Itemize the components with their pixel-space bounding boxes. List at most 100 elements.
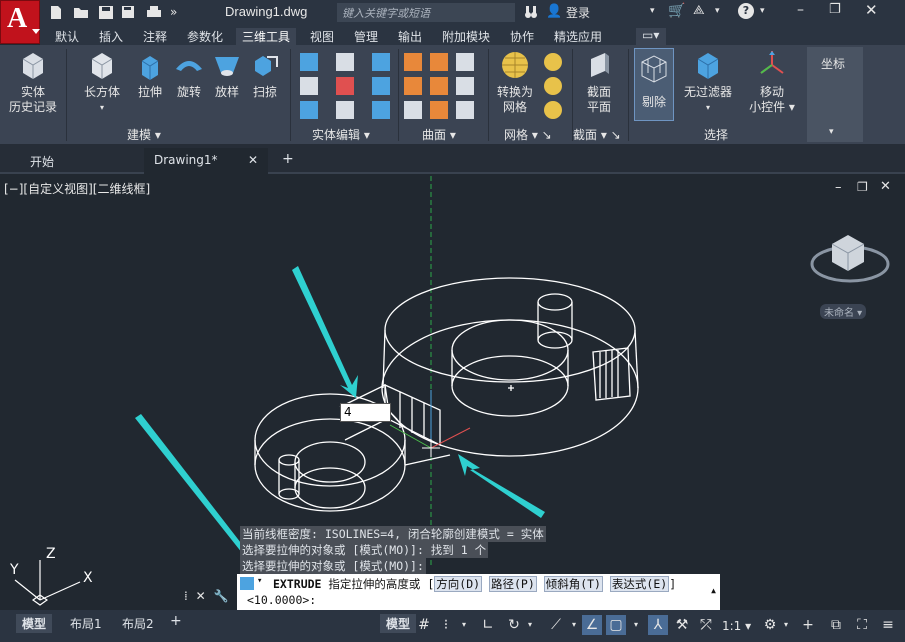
save-icon[interactable] [98, 5, 114, 20]
solid-edit-group-label[interactable]: 实体编辑 ▾ [312, 126, 370, 143]
tab-output[interactable]: 输出 [392, 28, 428, 45]
command-line-input[interactable]: ▾ EXTRUDE 指定拉伸的高度或 [方向(D) 路径(P) 倾斜角(T) 表… [237, 574, 720, 610]
new-tab-button[interactable]: + [272, 148, 304, 174]
imprint-icon[interactable] [372, 77, 390, 95]
tab-parametric[interactable]: 参数化 [181, 28, 229, 45]
tab-addins[interactable]: 附加模块 [436, 28, 496, 45]
extrude-button[interactable]: 拉伸 [130, 45, 170, 100]
chevron-down-icon[interactable]: ▾ [454, 615, 474, 635]
customize-wrench-icon[interactable]: 🔧 [214, 589, 229, 603]
chevron-down-icon[interactable]: ▾ [776, 615, 796, 635]
surface-untrim-icon[interactable] [456, 77, 474, 95]
surface-trim-icon[interactable] [456, 53, 474, 71]
isolate-objects-icon[interactable]: + [798, 615, 818, 635]
slice-icon[interactable] [372, 53, 390, 71]
chevron-down-icon[interactable]: ▾ [626, 615, 646, 635]
surface-sculpt-icon[interactable] [456, 101, 474, 119]
shell-icon[interactable] [336, 101, 354, 119]
hardware-acceleration-icon[interactable]: ⧉ [826, 615, 846, 635]
help-icon[interactable]: ? [738, 3, 754, 19]
quick-access-more-icon[interactable]: » [170, 5, 177, 19]
clean-screen-icon[interactable]: ⛶ [852, 615, 872, 635]
add-layout-button[interactable]: + [164, 612, 188, 630]
box-button[interactable]: 长方体 ▾ [78, 45, 126, 115]
binoculars-icon[interactable] [524, 4, 538, 20]
customization-menu-icon[interactable]: ≡ [878, 615, 898, 635]
dynamic-input-field[interactable]: 4 [340, 403, 391, 422]
viewcube[interactable] [810, 226, 890, 286]
no-filter-button[interactable]: 无过滤器 ▾ [680, 45, 736, 115]
chevron-down-icon[interactable]: ▾ [650, 6, 655, 16]
recent-commands-icon[interactable]: ▾ [257, 576, 262, 586]
extract-edges-icon[interactable] [336, 77, 354, 95]
chevron-down-icon[interactable]: ▾ [520, 615, 540, 635]
ucs-menu[interactable]: 未命名 ▾ [820, 304, 867, 319]
tab-view[interactable]: 视图 [304, 28, 340, 45]
union-icon[interactable] [300, 53, 318, 71]
close-command-icon[interactable]: ✕ [196, 589, 206, 603]
tab-annotate[interactable]: 注释 [137, 28, 173, 45]
intersect-icon[interactable] [300, 101, 318, 119]
loft-button[interactable]: 放样 [208, 45, 246, 100]
surface-fillet-icon[interactable] [430, 101, 448, 119]
close-button[interactable]: ✕ [865, 1, 878, 19]
tab-model[interactable]: 模型 [16, 614, 53, 633]
surface-group-label[interactable]: 曲面 ▾ [422, 126, 456, 143]
grip-icon[interactable]: ⁞ [184, 589, 188, 603]
object-snap-tracking-icon[interactable]: ∠ [582, 615, 602, 635]
grid-icon[interactable]: # [414, 615, 434, 635]
option-path[interactable]: 路径(P) [488, 576, 537, 592]
modeling-group-label[interactable]: 建模 ▾ [127, 126, 161, 143]
dynamic-ucs-icon[interactable]: ⅄ [648, 615, 668, 635]
surface-patch-icon[interactable] [404, 77, 422, 95]
ortho-icon[interactable]: ∟ [478, 615, 498, 635]
tab-3d-tools[interactable]: 三维工具 [236, 28, 297, 45]
open-file-icon[interactable] [73, 5, 89, 20]
tab-layout2[interactable]: 布局2 [116, 614, 160, 633]
tab-collaborate[interactable]: 协作 [504, 28, 540, 45]
close-tab-icon[interactable]: ✕ [248, 153, 258, 167]
restore-button[interactable]: ❐ [829, 2, 841, 17]
surface-extend-icon[interactable] [404, 101, 422, 119]
mesh-group-label[interactable]: 网格 ▾ ↘ [504, 126, 552, 143]
option-expression[interactable]: 表达式(E) [609, 576, 670, 592]
cart-icon[interactable]: 🛒 [668, 3, 685, 19]
chevron-down-icon[interactable]: ▾ [829, 127, 834, 137]
section-plane-button[interactable]: 截面 平面 [578, 45, 620, 115]
object-snap-icon[interactable]: ▢ [606, 615, 626, 635]
revolve-button[interactable]: 旋转 [170, 45, 208, 100]
annotation-scale[interactable]: 1:1 ▾ [722, 619, 751, 633]
application-menu-button[interactable]: A [0, 0, 40, 44]
ribbon-minimize-icon[interactable]: ▭▾ [636, 28, 666, 45]
isodraft-icon[interactable]: ⟋ [546, 615, 566, 635]
interfere-icon[interactable] [336, 53, 354, 71]
subtract-icon[interactable] [300, 77, 318, 95]
chevron-down-icon[interactable]: ▾ [564, 615, 584, 635]
print-icon[interactable] [146, 5, 162, 20]
tab-insert[interactable]: 插入 [93, 28, 129, 45]
convert-to-mesh-button[interactable]: 转换为 网格 [492, 45, 538, 115]
a360-icon[interactable]: ⟁ [693, 3, 705, 18]
minimize-button[interactable]: – [797, 2, 804, 18]
tab-manage[interactable]: 管理 [348, 28, 384, 45]
login-link[interactable]: 登录 [566, 4, 590, 21]
mesh-crease-icon[interactable] [544, 101, 562, 119]
new-file-icon[interactable] [48, 5, 64, 20]
snap-icon[interactable]: ⁝ [436, 615, 456, 635]
tab-default[interactable]: 默认 [49, 28, 85, 45]
section-group-label[interactable]: 截面 ▾ ↘ [573, 126, 621, 143]
tab-start[interactable]: 开始 [20, 148, 64, 174]
coordinates-panel[interactable]: 坐标 ▾ [807, 47, 863, 142]
tab-drawing1[interactable]: Drawing1* ✕ [144, 148, 268, 174]
surface-network-icon[interactable] [404, 53, 422, 71]
drawing-viewport[interactable]: [−][自定义视图][二维线框] – ❐ ✕ Z Y X 未命名 ▾ 4 当前线… [0, 176, 905, 610]
surface-offset-icon[interactable] [430, 77, 448, 95]
chevron-down-icon[interactable]: ▾ [760, 6, 765, 16]
surface-blend-icon[interactable] [430, 53, 448, 71]
auto-scale-icon[interactable]: ⤱ [696, 615, 716, 635]
mesh-refine-icon[interactable] [544, 77, 562, 95]
chevron-down-icon[interactable]: ▾ [715, 6, 720, 16]
cull-button[interactable]: 剔除 [634, 48, 674, 121]
option-direction[interactable]: 方向(D) [434, 576, 483, 592]
option-taper-angle[interactable]: 倾斜角(T) [543, 576, 603, 592]
